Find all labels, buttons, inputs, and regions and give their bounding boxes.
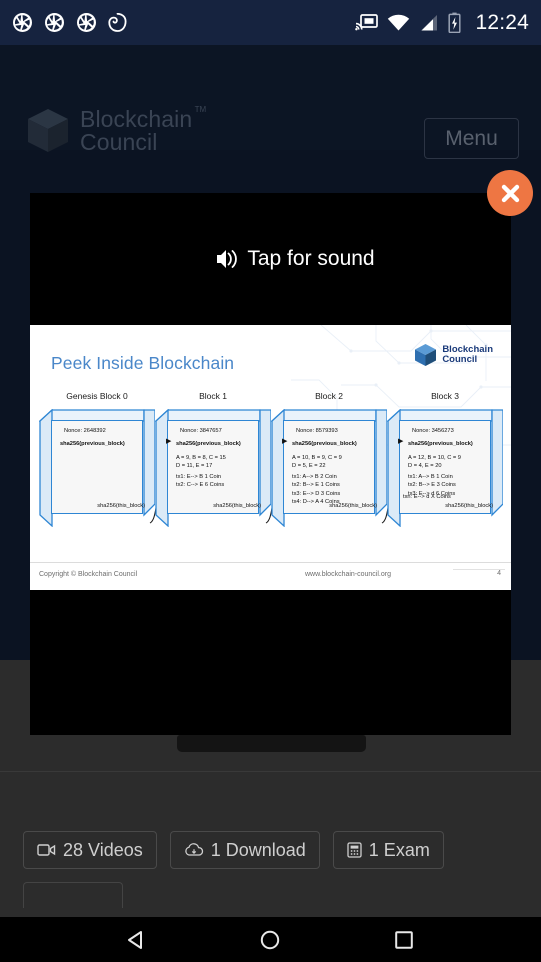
block-sha-this: sha256(this_block): [329, 503, 377, 509]
block-value-line: D = 5, E = 22: [292, 462, 326, 469]
block-sha-this: sha256(this_block): [213, 503, 261, 509]
slide-logo-text: Blockchain Council: [442, 345, 493, 365]
badge-exams[interactable]: 1 Exam: [332, 831, 444, 869]
block-label: Block 2: [315, 391, 343, 401]
block-content: Nonce: 3847657 sha256(previous_block) A …: [167, 420, 259, 514]
block-values: A = 10, B = 9, C = 9 D = 5, E = 22: [292, 454, 371, 471]
section-divider: [0, 771, 541, 772]
site-logo-line1: Blockchain: [80, 105, 193, 132]
slide-title: Peek Inside Blockchain: [51, 353, 235, 373]
site-logo[interactable]: Blockchain Council TM: [26, 105, 206, 155]
video-player-overlay[interactable]: Tap for sound Peek Inside Blockchain Blo…: [30, 193, 511, 735]
wifi-icon: [388, 14, 410, 30]
course-badges: 28 Videos 1 Download 1 Exam: [23, 831, 444, 869]
close-button[interactable]: [487, 170, 533, 216]
slide-page-number: 4: [497, 570, 501, 577]
block-tx-line: tx2: B--> E 1 Coins: [292, 482, 340, 489]
badge-partial-below[interactable]: [23, 882, 123, 908]
block-final-tx: txn: E--> d X Coins: [403, 494, 451, 500]
block-sha-previous: sha256(previous_block): [60, 441, 125, 448]
speaker-icon: [217, 250, 238, 268]
hidden-cta-button[interactable]: [177, 735, 366, 752]
block-value-line: A = 12, B = 10, C = 9: [408, 454, 461, 461]
site-logo-text: Blockchain Council TM: [80, 105, 206, 155]
block-content: Nonce: 2648392 sha256(previous_block): [51, 420, 143, 514]
slide-logo-line2: Council: [442, 354, 478, 365]
status-bar: 12:24: [0, 0, 541, 45]
block-nonce: Nonce: 3456273: [412, 428, 454, 434]
block-tx-line: tx2: C--> E 6 Coins: [176, 482, 225, 489]
status-bar-system-icons: 12:24: [355, 11, 529, 35]
block-nonce: Nonce: 3847657: [180, 428, 222, 434]
aperture-icon: [45, 13, 64, 32]
tap-for-sound-label: Tap for sound: [247, 247, 375, 270]
site-logo-line2: Council: [80, 129, 158, 155]
slide-footer: Copyright © Blockchain Council www.block…: [30, 562, 511, 590]
block-tx-line: tx3: E--> D 3 Coins: [292, 490, 341, 497]
cellular-signal-icon: [421, 14, 438, 30]
block-label: Block 1: [199, 391, 227, 401]
aperture-icon: [77, 13, 96, 32]
badge-downloads-label: 1 Download: [210, 839, 306, 860]
slide-copyright: Copyright © Blockchain Council: [39, 571, 138, 578]
block-card: Block 2 ▶ Nonce: 8579393 sha256(previous…: [271, 391, 387, 527]
block-value-line: A = 10, B = 9, C = 9: [292, 454, 342, 461]
exam-document-icon: [347, 842, 362, 858]
phone-screen: Blockchain Council TM Menu 28 Videos 1 D…: [0, 0, 541, 962]
badge-videos[interactable]: 28 Videos: [23, 831, 157, 869]
block-value-line: A = 9, B = 8, C = 15: [176, 454, 226, 461]
trademark-symbol: TM: [194, 104, 207, 114]
menu-button[interactable]: Menu: [424, 118, 519, 159]
video-camera-icon: [37, 844, 56, 856]
aperture-icon: [13, 13, 32, 32]
block-sha-previous: sha256(previous_block): [292, 441, 357, 448]
site-header: Blockchain Council TM Menu: [0, 45, 541, 159]
block-sha-this: sha256(this_block): [97, 503, 145, 509]
tap-for-sound-control[interactable]: Tap for sound: [30, 193, 511, 325]
home-circle-icon[interactable]: [258, 928, 282, 952]
badge-exams-label: 1 Exam: [368, 839, 430, 860]
block-nonce: Nonce: 2648392: [64, 428, 106, 434]
block-sha-previous: sha256(previous_block): [408, 441, 473, 448]
block-sha-this: sha256(this_block): [445, 503, 493, 509]
block-tx-line: tx2: B--> E 3 Coins: [408, 482, 456, 489]
battery-charging-icon: [448, 12, 461, 33]
block-transactions: tx1: A--> B 2 Coin tx2: B--> E 1 Coins t…: [292, 473, 371, 506]
block-content: Nonce: 8579393 sha256(previous_block) A …: [283, 420, 375, 514]
badge-downloads[interactable]: 1 Download: [169, 831, 320, 869]
block-card: Block 3 ▶ Nonce: 3456273 sha256(previous…: [387, 391, 503, 527]
status-bar-clock: 12:24: [475, 10, 529, 34]
snapchat-ghost-icon: [108, 13, 127, 32]
block-sha-previous: sha256(previous_block): [176, 441, 241, 448]
close-icon: [501, 184, 519, 202]
status-bar-notifications: [12, 12, 127, 33]
block-value-line: D = 4, E = 20: [408, 462, 442, 469]
android-navigation-bar: [0, 917, 541, 962]
back-triangle-icon[interactable]: [125, 928, 149, 952]
block-tx-line: tx1: A--> B 1 Coin: [408, 474, 453, 481]
recents-square-icon[interactable]: [392, 928, 416, 952]
block-tx-line: tx1: A--> B 2 Coin: [292, 474, 337, 481]
block-transactions: tx1: E--> B 1 Coin tx2: C--> E 6 Coins: [176, 473, 255, 490]
cast-icon: [355, 14, 379, 31]
block-label: Genesis Block 0: [66, 391, 128, 401]
block-value-line: D = 11, E = 17: [176, 462, 213, 469]
blockchain-diagram: Genesis Block 0 Nonce: 2648392 sha256(pr…: [30, 391, 511, 539]
slide-logo: Blockchain Council: [414, 343, 493, 367]
presentation-slide[interactable]: Peek Inside Blockchain Blockchain Counci…: [30, 325, 511, 590]
badge-videos-label: 28 Videos: [63, 839, 143, 860]
block-card: Block 1 ▶ Nonce: 3847657 sha256(previous…: [155, 391, 271, 527]
cube-logo-icon: [415, 344, 437, 366]
cube-logo-icon: [28, 109, 68, 152]
slide-website: www.blockchain-council.org: [305, 571, 391, 578]
block-values: A = 9, B = 8, C = 15 D = 11, E = 17: [176, 454, 255, 471]
block-card: Genesis Block 0 Nonce: 2648392 sha256(pr…: [39, 391, 155, 527]
block-values: A = 12, B = 10, C = 9 D = 4, E = 20: [408, 454, 487, 471]
block-nonce: Nonce: 8579393: [296, 428, 338, 434]
block-label: Block 3: [431, 391, 459, 401]
cloud-download-icon: [185, 842, 203, 856]
block-tx-line: tx1: E--> B 1 Coin: [176, 474, 222, 481]
